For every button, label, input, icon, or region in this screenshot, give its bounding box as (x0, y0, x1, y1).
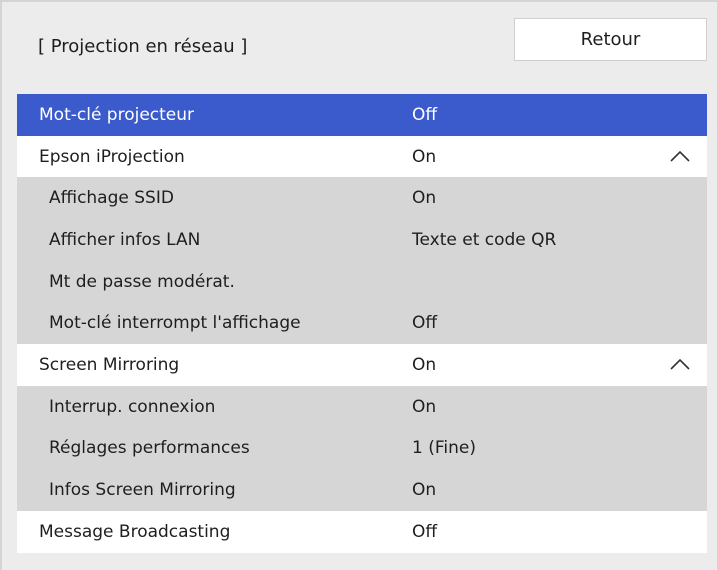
menu-item-value: On (412, 188, 437, 209)
menu-item-value: On (412, 146, 437, 167)
menu-item-connection-interrupt[interactable]: Interrup. connexion On (17, 385, 707, 428)
menu-item-ssid-display[interactable]: Affichage SSID On (17, 177, 707, 220)
menu-item-message-broadcasting[interactable]: Message Broadcasting Off (17, 510, 707, 553)
menu-item-value: On (412, 396, 437, 417)
back-button[interactable]: Retour (514, 18, 707, 61)
menu-item-label: Réglages performances (49, 438, 250, 459)
menu-item-lan-info[interactable]: Afficher infos LAN Texte et code QR (17, 219, 707, 261)
menu-item-value: 1 (Fine) (412, 438, 476, 459)
network-projection-panel: [ Projection en réseau ] Retour Mot-clé … (0, 0, 717, 570)
menu-item-label: Afficher infos LAN (49, 229, 201, 250)
menu-item-screen-mirroring[interactable]: Screen Mirroring On (17, 344, 707, 386)
settings-menu: Mot-clé projecteur Off Epson iProjection… (17, 94, 707, 553)
menu-item-label: Mot-clé interrompt l'affichage (49, 313, 301, 334)
menu-item-value: On (412, 354, 437, 375)
menu-item-value: Texte et code QR (412, 229, 557, 250)
menu-item-label: Mot-clé projecteur (39, 104, 195, 125)
menu-item-moderator-password[interactable]: Mt de passe modérat. (17, 260, 707, 303)
menu-item-projector-keyword[interactable]: Mot-clé projecteur Off (17, 94, 707, 136)
menu-item-value: Off (412, 104, 438, 125)
menu-item-label: Message Broadcasting (39, 521, 231, 542)
page-title: [ Projection en réseau ] (38, 36, 248, 57)
menu-item-label: Infos Screen Mirroring (49, 480, 236, 501)
menu-item-label: Interrup. connexion (49, 396, 216, 417)
chevron-up-icon[interactable] (669, 357, 691, 371)
menu-item-screen-mirroring-info[interactable]: Infos Screen Mirroring On (17, 469, 707, 511)
menu-item-value: Off (412, 521, 438, 542)
menu-item-value: On (412, 480, 437, 501)
menu-item-label: Mt de passe modérat. (49, 271, 235, 292)
chevron-up-icon[interactable] (669, 149, 691, 163)
menu-item-epson-iprojection[interactable]: Epson iProjection On (17, 135, 707, 178)
menu-item-keyword-interrupt[interactable]: Mot-clé interrompt l'affichage Off (17, 302, 707, 345)
menu-item-value: Off (412, 313, 438, 334)
menu-item-label: Affichage SSID (49, 188, 174, 209)
menu-item-label: Screen Mirroring (39, 354, 180, 375)
menu-item-performance-settings[interactable]: Réglages performances 1 (Fine) (17, 427, 707, 470)
menu-item-label: Epson iProjection (39, 146, 185, 167)
